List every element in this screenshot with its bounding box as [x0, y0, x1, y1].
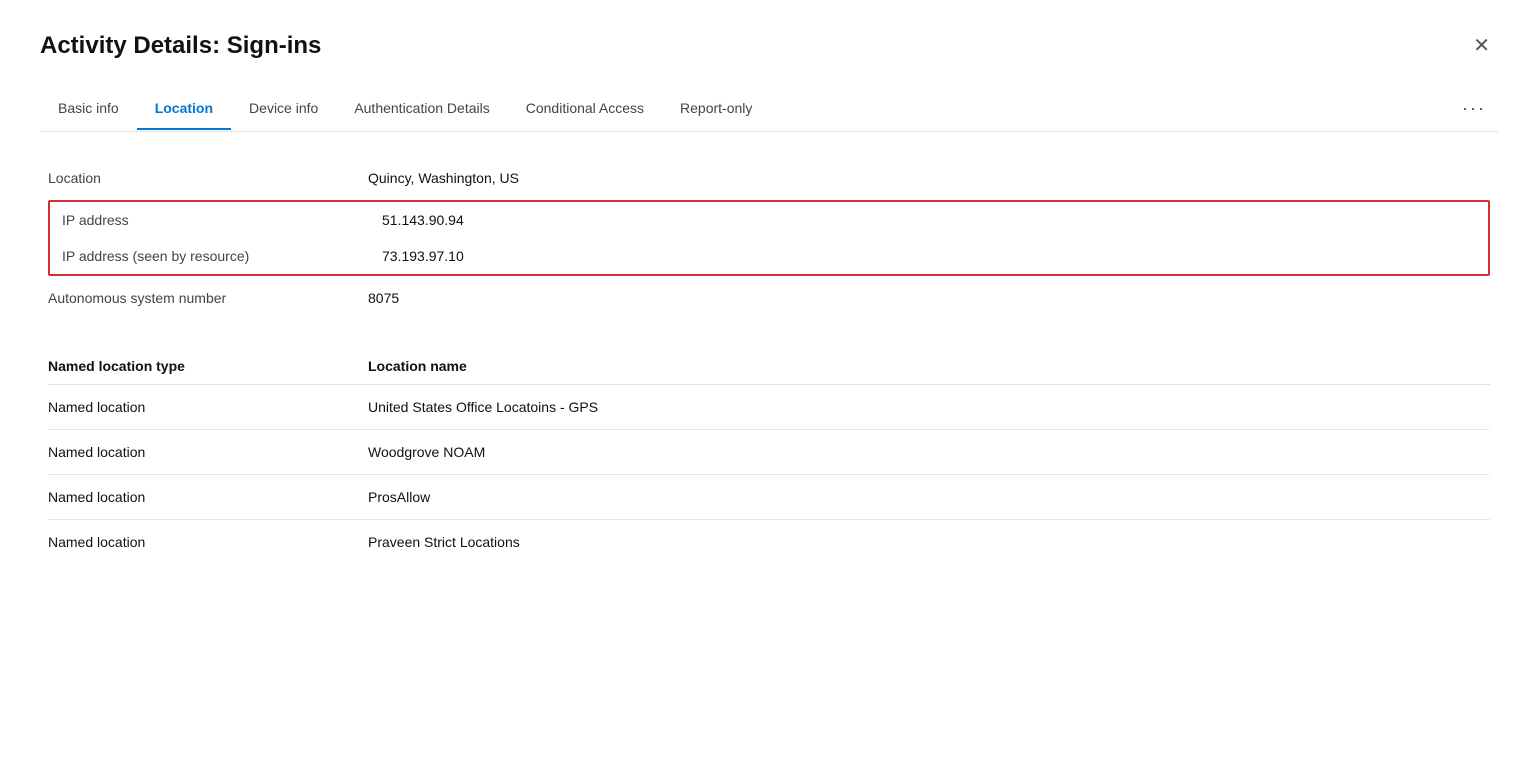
- ip-address-resource-value: 73.193.97.10: [382, 248, 464, 264]
- tab-authentication-details[interactable]: Authentication Details: [336, 90, 507, 130]
- table-row: Named locationUnited States Office Locat…: [48, 385, 1490, 430]
- ip-address-row: IP address 51.143.90.94: [50, 202, 1488, 238]
- named-location-table: Named location type Location name Named …: [48, 348, 1490, 564]
- tab-location[interactable]: Location: [137, 90, 231, 130]
- named-location-type: Named location: [48, 385, 368, 430]
- tab-basic-info[interactable]: Basic info: [40, 90, 137, 130]
- tab-content: Location Quincy, Washington, US IP addre…: [40, 160, 1498, 564]
- ip-address-resource-label: IP address (seen by resource): [62, 248, 382, 264]
- ip-address-resource-row: IP address (seen by resource) 73.193.97.…: [50, 238, 1488, 274]
- ip-address-value: 51.143.90.94: [382, 212, 464, 228]
- autonomous-number-row: Autonomous system number 8075: [48, 280, 1490, 316]
- ip-highlight-box: IP address 51.143.90.94 IP address (seen…: [48, 200, 1490, 276]
- panel-header: Activity Details: Sign-ins ✕: [40, 32, 1498, 60]
- panel-title: Activity Details: Sign-ins: [40, 32, 321, 60]
- ip-address-label: IP address: [62, 212, 382, 228]
- named-location-type: Named location: [48, 475, 368, 520]
- location-label: Location: [48, 170, 368, 186]
- activity-details-panel: Activity Details: Sign-ins ✕ Basic info …: [0, 0, 1538, 762]
- autonomous-number-value: 8075: [368, 290, 399, 306]
- named-location-type: Named location: [48, 520, 368, 565]
- table-row: Named locationPraveen Strict Locations: [48, 520, 1490, 565]
- location-value: Quincy, Washington, US: [368, 170, 519, 186]
- tab-report-only[interactable]: Report-only: [662, 90, 770, 130]
- close-button[interactable]: ✕: [1465, 32, 1498, 60]
- tab-bar: Basic info Location Device info Authenti…: [40, 88, 1498, 132]
- more-tabs-button[interactable]: ···: [1450, 88, 1498, 131]
- named-location-name: Praveen Strict Locations: [368, 520, 1490, 565]
- named-location-type: Named location: [48, 430, 368, 475]
- tab-conditional-access[interactable]: Conditional Access: [508, 90, 662, 130]
- named-location-name: Woodgrove NOAM: [368, 430, 1490, 475]
- named-location-name: ProsAllow: [368, 475, 1490, 520]
- named-location-name: United States Office Locatoins - GPS: [368, 385, 1490, 430]
- col-header-type: Named location type: [48, 348, 368, 385]
- autonomous-number-label: Autonomous system number: [48, 290, 368, 306]
- location-row: Location Quincy, Washington, US: [48, 160, 1490, 196]
- col-header-name: Location name: [368, 348, 1490, 385]
- tab-device-info[interactable]: Device info: [231, 90, 336, 130]
- table-row: Named locationWoodgrove NOAM: [48, 430, 1490, 475]
- table-row: Named locationProsAllow: [48, 475, 1490, 520]
